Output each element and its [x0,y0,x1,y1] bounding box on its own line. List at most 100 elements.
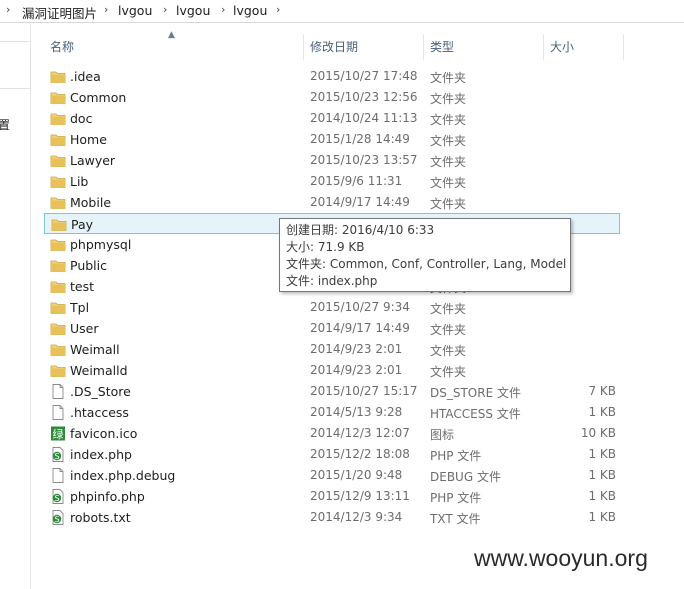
file-modified-date: 2014/10/24 11:13 [310,111,418,125]
tooltip-created: 创建日期: 2016/4/10 6:33 [286,223,435,237]
file-type: 文件夹 [430,344,467,358]
php-file-icon: S [50,510,66,525]
file-size: 1 KB [588,447,616,461]
file-modified-date: 2014/12/3 12:07 [310,426,410,440]
file-name: robots.txt [70,510,131,525]
chevron-right-icon[interactable]: › [163,3,167,16]
file-list-row[interactable]: .idea 2015/10/27 17:48 文件夹 [44,66,620,87]
folder-icon [50,342,66,357]
file-name: .DS_Store [70,384,131,399]
file-modified-date: 2015/9/6 11:31 [310,174,403,188]
file-type: HTACCESS 文件 [430,407,521,421]
column-divider[interactable] [423,34,424,60]
php-file-icon: S [50,489,66,504]
file-type: 文件夹 [430,302,467,316]
file-modified-date: 2015/1/28 14:49 [310,132,410,146]
chevron-right-icon[interactable]: › [104,3,108,16]
file-name: doc [70,111,93,126]
column-header-name[interactable]: 名称 [50,34,74,60]
file-list-row[interactable]: doc 2014/10/24 11:13 文件夹 [44,108,620,129]
file-list-row[interactable]: Sphpinfo.php 2015/12/9 13:11 PHP 文件 1 KB [44,486,620,507]
ico-file-icon: 绿 [50,426,66,441]
file-name: phpinfo.php [70,489,145,504]
file-size: 10 KB [580,426,616,440]
file-type: 文件夹 [430,176,467,190]
nav-pane-label[interactable]: 置 [0,116,10,133]
folder-info-tooltip: 创建日期: 2016/4/10 6:33 大小: 71.9 KB 文件夹: Co… [279,218,571,292]
file-type: 文件夹 [430,113,467,127]
file-size: 1 KB [588,468,616,482]
file-list-row[interactable]: .htaccess 2014/5/13 9:28 HTACCESS 文件 1 KB [44,402,620,423]
nav-pane-item[interactable] [0,41,31,89]
navigation-pane[interactable]: 置 [0,23,31,589]
column-divider[interactable] [623,34,624,60]
file-modified-date: 2015/12/2 18:08 [310,447,410,461]
file-list-row[interactable]: Mobile 2014/9/17 14:49 文件夹 [44,192,620,213]
column-header-size[interactable]: 大小 [550,34,574,60]
chevron-right-icon[interactable]: › [276,3,280,16]
column-header-type[interactable]: 类型 [430,34,454,60]
file-modified-date: 2015/10/27 17:48 [310,69,418,83]
breadcrumb-item[interactable]: lvgou [176,3,210,18]
file-name: favicon.ico [70,426,138,441]
file-size: 1 KB [588,510,616,524]
file-type: 文件夹 [430,365,467,379]
file-name: phpmysql [70,237,132,252]
column-divider[interactable] [543,34,544,60]
file-list-row[interactable]: Weimall 2014/9/23 2:01 文件夹 [44,339,620,360]
file-name: .idea [70,69,101,84]
file-modified-date: 2015/10/27 15:17 [310,384,418,398]
file-name: .htaccess [70,405,129,420]
chevron-right-icon[interactable]: › [6,3,10,16]
file-list-row[interactable]: Common 2015/10/23 12:56 文件夹 [44,87,620,108]
file-type: 文件夹 [430,134,467,148]
svg-text:S: S [54,515,59,524]
folder-icon [50,174,66,189]
column-divider[interactable] [303,34,304,60]
folder-icon [50,195,66,210]
file-name: test [70,279,95,294]
file-list-row[interactable]: 绿 favicon.ico 2014/12/3 12:07 图标 10 KB [44,423,620,444]
file-list-row[interactable]: index.php.debug 2015/1/20 9:48 DEBUG 文件 1 K… [44,465,620,486]
file-modified-date: 2014/9/23 2:01 [310,363,403,377]
file-name: Public [70,258,107,273]
folder-icon [51,217,67,232]
file-icon [50,384,66,399]
file-modified-date: 2015/1/20 9:48 [310,468,403,482]
watermark: www.wooyun.org [474,545,648,571]
file-name: User [70,321,99,336]
column-header-date[interactable]: 修改日期 [310,34,358,60]
breadcrumb: › 漏洞证明图片 › lvgou › lvgou › lvgou › [0,0,684,23]
file-list-row[interactable]: Sindex.php 2015/12/2 18:08 PHP 文件 1 KB [44,444,620,465]
file-list-row[interactable]: Lawyer 2015/10/23 13:57 文件夹 [44,150,620,171]
file-modified-date: 2015/12/9 13:11 [310,489,410,503]
file-modified-date: 2014/9/17 14:49 [310,195,410,209]
folder-icon [50,258,66,273]
php-file-icon: S [50,447,66,462]
file-list-row[interactable]: Srobots.txt 2014/12/3 9:34 TXT 文件 1 KB [44,507,620,528]
breadcrumb-item[interactable]: lvgou [118,3,152,18]
sort-ascending-icon: ▲ [168,30,175,40]
file-type: 文件夹 [430,155,467,169]
folder-icon [50,363,66,378]
breadcrumb-item[interactable]: 漏洞证明图片 [22,3,97,22]
file-list-row[interactable]: User 2014/9/17 14:49 文件夹 [44,318,620,339]
chevron-right-icon[interactable]: › [221,3,225,16]
file-name: Tpl [70,300,90,315]
breadcrumb-item[interactable]: lvgou [233,3,267,18]
file-list-row[interactable]: .DS_Store 2015/10/27 15:17 DS_STORE 文件 7 KB [44,381,620,402]
tooltip-size: 大小: 71.9 KB [286,240,365,254]
file-list-row[interactable]: Weimalld 2014/9/23 2:01 文件夹 [44,360,620,381]
file-list-row[interactable]: Tpl 2015/10/27 9:34 文件夹 [44,297,620,318]
file-list-row[interactable]: Lib 2015/9/6 11:31 文件夹 [44,171,620,192]
file-list-row[interactable]: Home 2015/1/28 14:49 文件夹 [44,129,620,150]
folder-icon [50,69,66,84]
file-icon [50,405,66,420]
file-name: Weimall [70,342,120,357]
file-type: DEBUG 文件 [430,470,501,484]
file-type: DS_STORE 文件 [430,386,521,400]
file-type: 文件夹 [430,323,467,337]
folder-icon [50,279,66,294]
file-modified-date: 2015/10/23 13:57 [310,153,418,167]
svg-text:S: S [54,494,59,503]
